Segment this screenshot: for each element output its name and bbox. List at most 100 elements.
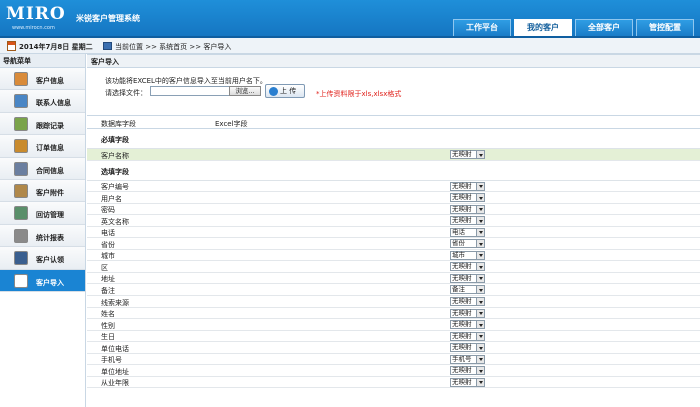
tab-control-config[interactable]: 管控配置 xyxy=(636,19,694,36)
sidebar-item-label: 客户导入 xyxy=(36,278,64,287)
mapping-select[interactable]: 无映射 xyxy=(450,193,485,203)
sidebar-item-label: 客户附件 xyxy=(36,188,64,197)
file-input[interactable] xyxy=(150,86,230,96)
chevron-down-icon[interactable] xyxy=(476,228,484,236)
sidebar-item-2[interactable]: 联系人信息 xyxy=(0,90,85,113)
mapping-select[interactable]: 电话 xyxy=(450,227,485,237)
chevron-down-icon[interactable] xyxy=(476,251,484,259)
sidebar-item-7[interactable]: 回访管理 xyxy=(0,202,85,225)
chevron-down-icon[interactable] xyxy=(476,367,484,375)
tracking-icon xyxy=(14,116,28,131)
table-row: 性别 无映射 xyxy=(87,319,700,331)
sidebar-item-label: 客户信息 xyxy=(36,77,64,85)
mapping-select[interactable]: 无映射 xyxy=(450,216,485,226)
sidebar-item-8[interactable]: 统计报表 xyxy=(0,224,85,248)
upload-label: 上 传 xyxy=(280,87,297,95)
logo[interactable]: MIRO 米锐客户管理系统 www.mirocn.com xyxy=(6,4,140,31)
mapping-value: 城市 xyxy=(452,250,465,259)
mapping-select[interactable]: 无映射 xyxy=(450,331,485,341)
sidebar-item-3[interactable]: 跟踪记录 xyxy=(0,112,85,136)
report-icon xyxy=(14,228,28,243)
mapping-select[interactable]: 无映射 xyxy=(450,181,485,191)
table-row: 英文名称 无映射 xyxy=(87,215,700,227)
field-label: 地址 xyxy=(101,275,115,284)
field-label: 英文名称 xyxy=(101,217,129,226)
main-content: 客户导入 该功能将EXCEL中的客户信息导入至当前用户名下。 请选择文件： 浏览… xyxy=(87,54,700,407)
mapping-select[interactable]: 无映射 xyxy=(450,150,485,159)
chevron-down-icon[interactable] xyxy=(476,321,484,329)
table-row: 线索来源 无映射 xyxy=(87,296,700,308)
chevron-down-icon[interactable] xyxy=(476,355,484,363)
chevron-down-icon[interactable] xyxy=(476,194,484,202)
calendar-icon xyxy=(7,41,16,51)
mapping-value: 无映射 xyxy=(452,297,472,306)
field-label: 性别 xyxy=(101,321,115,330)
sidebar-item-10[interactable]: 客户导入 xyxy=(0,269,85,292)
chevron-down-icon[interactable] xyxy=(476,240,484,248)
upload-icon xyxy=(269,87,278,96)
mapping-select[interactable]: 备注 xyxy=(450,285,485,295)
field-label: 密码 xyxy=(101,206,115,215)
mapping-select[interactable]: 无映射 xyxy=(450,366,485,376)
chevron-down-icon[interactable] xyxy=(476,205,484,213)
chevron-down-icon[interactable] xyxy=(476,217,484,225)
breadcrumb: 当前位置 >> 系统首页 >> 客户导入 xyxy=(115,43,232,51)
mapping-select[interactable]: 无映射 xyxy=(450,297,485,307)
sidebar-item-1[interactable]: 客户信息 xyxy=(0,68,85,91)
mapping-select[interactable]: 手机号 xyxy=(450,354,485,364)
mapping-select[interactable]: 无映射 xyxy=(450,204,485,214)
mapping-select[interactable]: 城市 xyxy=(450,250,485,260)
upload-button[interactable]: 上 传 xyxy=(265,84,305,98)
table-row: 客户名称 无映射 xyxy=(87,149,700,161)
mapping-select[interactable]: 无映射 xyxy=(450,262,485,272)
chevron-down-icon[interactable] xyxy=(476,332,484,340)
tab-my-customers[interactable]: 我的客户 xyxy=(514,19,572,36)
sidebar-item-5[interactable]: 合同信息 xyxy=(0,157,85,180)
table-row: 区 无映射 xyxy=(87,261,700,273)
chevron-down-icon[interactable] xyxy=(476,182,484,190)
table-row: 单位电话 无映射 xyxy=(87,342,700,354)
col-db-field: 数据库字段 xyxy=(101,120,136,128)
table-row: 手机号 手机号 xyxy=(87,354,700,366)
sidebar-menu: 客户信息联系人信息 跟踪记录 订单信息 合同信息客户附件回访管理 统计报表 客户认领客户导… xyxy=(0,68,85,292)
chevron-down-icon[interactable] xyxy=(476,309,484,317)
chevron-down-icon[interactable] xyxy=(476,286,484,294)
field-label: 手机号 xyxy=(101,356,122,365)
required-group-title: 必填字段 xyxy=(87,129,700,149)
chevron-down-icon[interactable] xyxy=(476,274,484,282)
mapping-value: 无映射 xyxy=(452,366,472,375)
mapping-select[interactable]: 无映射 xyxy=(450,343,485,353)
tab-all-customers[interactable]: 全部客户 xyxy=(575,19,633,36)
sidebar-item-4[interactable]: 订单信息 xyxy=(0,135,85,158)
top-header: MIRO 米锐客户管理系统 www.mirocn.com 工作平台 我的客户 全… xyxy=(0,0,700,38)
chevron-down-icon[interactable] xyxy=(476,298,484,306)
chevron-down-icon[interactable] xyxy=(476,263,484,271)
mapping-select[interactable]: 无映射 xyxy=(450,273,485,283)
order-icon xyxy=(14,139,28,154)
sidebar-item-9[interactable]: 客户认领 xyxy=(0,247,85,270)
col-excel-field: Excel字段 xyxy=(215,120,248,128)
mapping-value: 无映射 xyxy=(452,181,472,190)
browse-button[interactable]: 浏览... xyxy=(229,86,261,96)
sidebar-item-6[interactable]: 客户附件 xyxy=(0,179,85,203)
field-label: 生日 xyxy=(101,333,115,342)
claim-icon xyxy=(14,251,28,266)
mapping-select[interactable]: 无映射 xyxy=(450,320,485,330)
mapping-select[interactable]: 无映射 xyxy=(450,377,485,387)
mapping-value: 无映射 xyxy=(452,331,472,340)
table-row: 省份 省份 xyxy=(87,238,700,250)
main-nav: 工作平台 我的客户 全部客户 管控配置 xyxy=(453,19,694,36)
table-row: 从业年限 无映射 xyxy=(87,377,700,389)
mapping-value: 省份 xyxy=(452,239,465,248)
chevron-down-icon[interactable] xyxy=(476,344,484,352)
logo-word: MIRO xyxy=(6,4,66,24)
import-description: 该功能将EXCEL中的客户信息导入至当前用户名下。 xyxy=(105,77,267,85)
tab-workbench[interactable]: 工作平台 xyxy=(453,19,511,36)
sidebar-title: 导航菜单 xyxy=(0,54,85,68)
format-hint: *上传资料限于xls,xlsx格式 xyxy=(316,90,402,98)
mapping-value: 无映射 xyxy=(452,273,472,282)
mapping-select[interactable]: 无映射 xyxy=(450,308,485,318)
mapping-select[interactable]: 省份 xyxy=(450,239,485,249)
chevron-down-icon[interactable] xyxy=(476,378,484,386)
chevron-down-icon[interactable] xyxy=(476,151,484,158)
